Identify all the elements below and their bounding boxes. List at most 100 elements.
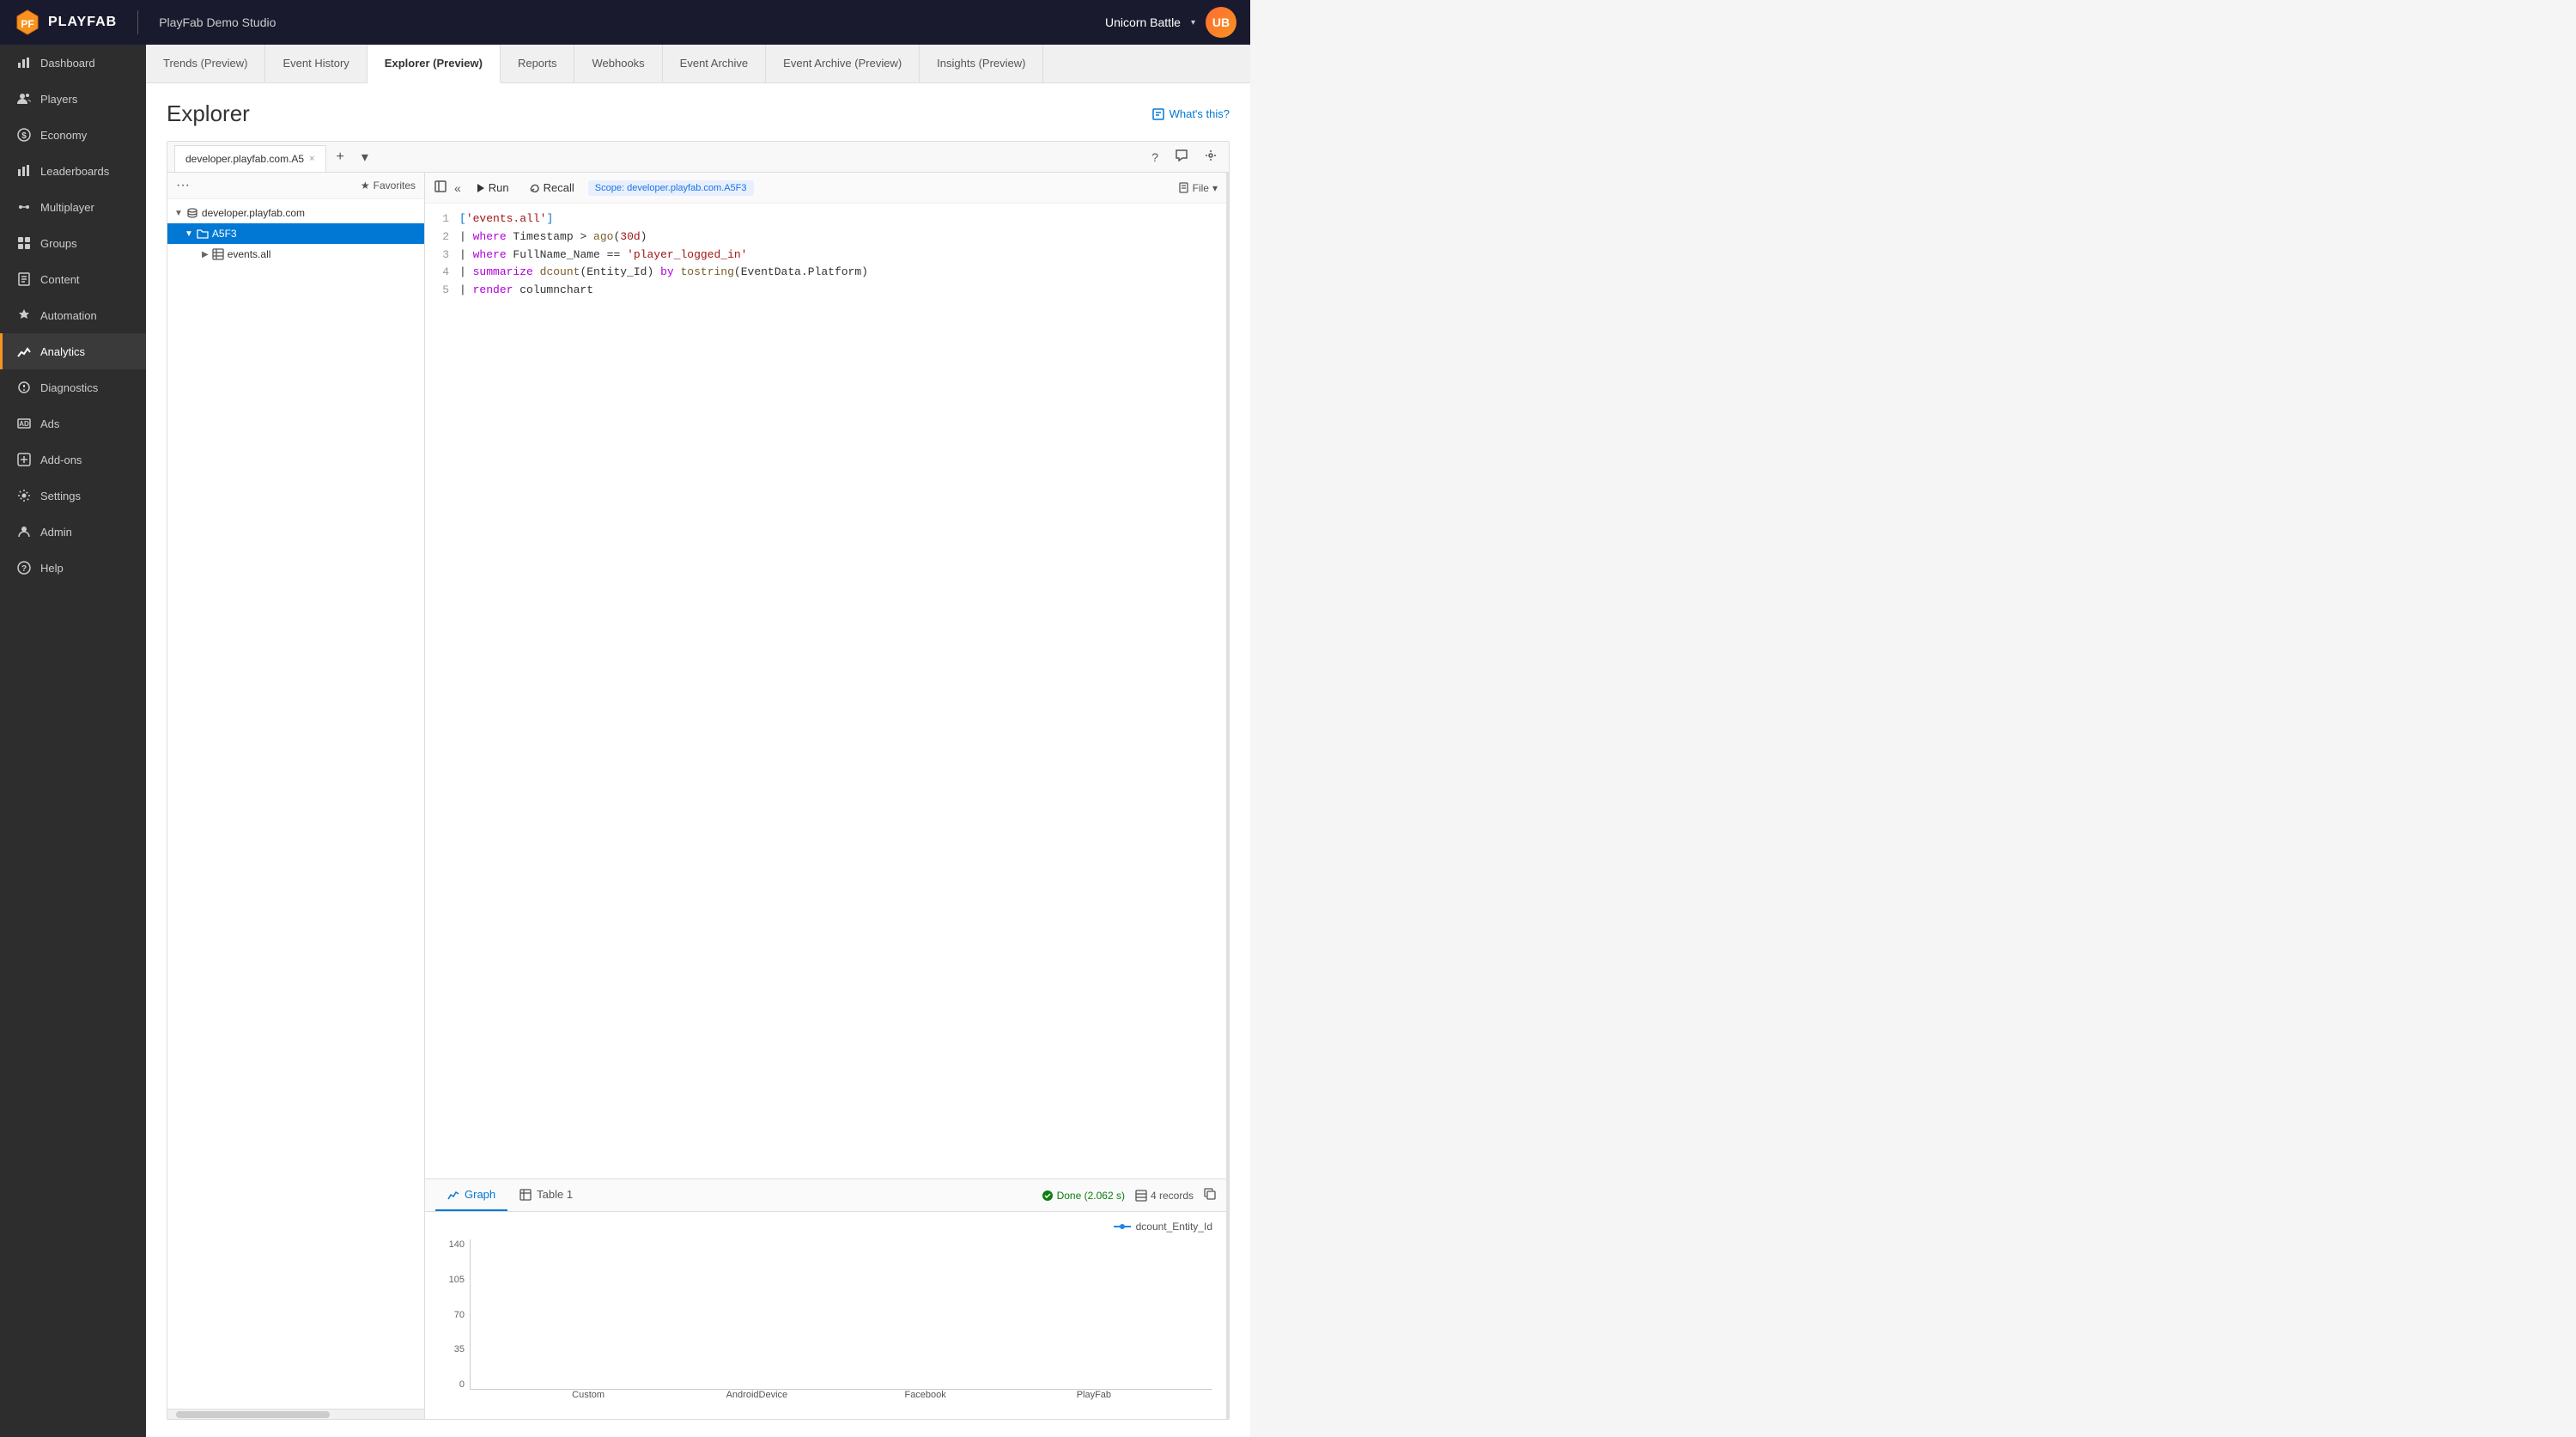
users-icon bbox=[16, 91, 32, 107]
scope-badge: Scope: developer.playfab.com.A5F3 bbox=[588, 180, 754, 196]
tab-insights-preview[interactable]: Insights (Preview) bbox=[920, 45, 1043, 82]
x-axis-labels: Custom AndroidDevice Facebook PlayFab bbox=[470, 1390, 1212, 1410]
sidebar-item-diagnostics[interactable]: Diagnostics bbox=[0, 369, 146, 405]
addons-icon bbox=[16, 452, 32, 467]
sidebar-label-ads: Ads bbox=[40, 417, 59, 430]
star-icon: ★ bbox=[361, 180, 370, 192]
recall-button[interactable]: Recall bbox=[523, 178, 581, 198]
sidebar-item-automation[interactable]: Automation bbox=[0, 297, 146, 333]
code-area[interactable]: 1 ['events.all'] 2 | where Timestamp > a… bbox=[425, 204, 1226, 1178]
sidebar-item-admin[interactable]: Admin bbox=[0, 514, 146, 550]
query-tab-name: developer.playfab.com.A5 bbox=[185, 153, 304, 165]
query-tab-right-tools: ? bbox=[1146, 146, 1222, 167]
tab-event-archive[interactable]: Event Archive bbox=[663, 45, 767, 82]
editor-divider[interactable] bbox=[1226, 173, 1229, 1419]
y-label-105: 105 bbox=[439, 1275, 465, 1285]
copy-button[interactable] bbox=[1204, 1188, 1216, 1203]
legend-line-icon bbox=[1114, 1222, 1131, 1231]
header-divider bbox=[137, 10, 138, 34]
chart-bar-icon bbox=[16, 55, 32, 70]
analytics-icon bbox=[16, 344, 32, 359]
sidebar-item-dashboard[interactable]: Dashboard bbox=[0, 45, 146, 81]
sidebar-item-addons[interactable]: Add-ons bbox=[0, 441, 146, 478]
sidebar-label-content: Content bbox=[40, 273, 80, 286]
results-tab-graph[interactable]: Graph bbox=[435, 1179, 507, 1211]
tree-content: ▼ developer.playfab.com ▼ bbox=[167, 199, 424, 1409]
user-avatar: UB bbox=[1206, 7, 1236, 38]
tab-event-archive-preview[interactable]: Event Archive (Preview) bbox=[766, 45, 920, 82]
page-header: Explorer What's this? bbox=[167, 100, 1230, 127]
run-button[interactable]: Run bbox=[468, 178, 516, 198]
comment-query-button[interactable] bbox=[1170, 146, 1193, 167]
legend-label: dcount_Entity_Id bbox=[1136, 1221, 1212, 1233]
app-name: PLAYFAB bbox=[48, 15, 117, 30]
sidebar-label-multiplayer: Multiplayer bbox=[40, 201, 94, 214]
sidebar-item-ads[interactable]: AD Ads bbox=[0, 405, 146, 441]
status-records: 4 records bbox=[1135, 1190, 1194, 1202]
status-done: Done (2.062 s) bbox=[1042, 1190, 1125, 1202]
chart-legend: dcount_Entity_Id bbox=[439, 1221, 1212, 1233]
svg-text:PF: PF bbox=[21, 18, 33, 30]
sidebar-item-multiplayer[interactable]: Multiplayer bbox=[0, 189, 146, 225]
sidebar-item-help[interactable]: ? Help bbox=[0, 550, 146, 586]
expand-icon-events: ▶ bbox=[202, 250, 209, 259]
tab-event-history[interactable]: Event History bbox=[265, 45, 367, 82]
editor-toolbar: « Run Recall Scope: developer.playfab.co… bbox=[425, 173, 1226, 204]
query-tab-dropdown-button[interactable]: ▾ bbox=[355, 145, 375, 169]
tab-trends[interactable]: Trends (Preview) bbox=[146, 45, 265, 82]
user-dropdown-icon[interactable]: ▾ bbox=[1191, 18, 1195, 27]
tab-webhooks[interactable]: Webhooks bbox=[574, 45, 662, 82]
tree-panel: ··· ★ Favorites ▼ bbox=[167, 173, 425, 1419]
results-tab-table-label: Table 1 bbox=[537, 1188, 573, 1201]
y-label-35: 35 bbox=[439, 1344, 465, 1355]
prev-icon[interactable]: « bbox=[454, 181, 461, 195]
settings-query-button[interactable] bbox=[1200, 146, 1222, 167]
x-label-android: AndroidDevice bbox=[672, 1390, 841, 1410]
content-area: Trends (Preview) Event History Explorer … bbox=[146, 45, 1250, 1437]
expand-icon-a5f3: ▼ bbox=[185, 229, 193, 239]
tree-toolbar: ··· ★ Favorites bbox=[167, 173, 424, 199]
svg-text:?: ? bbox=[21, 564, 27, 574]
tree-node-a5f3[interactable]: ▼ A5F3 bbox=[167, 223, 424, 244]
sidebar-item-leaderboards[interactable]: Leaderboards bbox=[0, 153, 146, 189]
code-line-3: 3 | where FullName_Name == 'player_logge… bbox=[425, 247, 1226, 265]
add-query-tab-button[interactable]: + bbox=[330, 146, 351, 168]
results-area: Graph Table 1 bbox=[425, 1178, 1226, 1419]
whats-this-button[interactable]: What's this? bbox=[1152, 107, 1230, 120]
tab-reports[interactable]: Reports bbox=[501, 45, 575, 82]
page-content: Explorer What's this? developer.playfab.… bbox=[146, 83, 1250, 1437]
settings-icon bbox=[16, 488, 32, 503]
leaderboard-icon bbox=[16, 163, 32, 179]
tree-node-events[interactable]: ▶ events.all bbox=[167, 244, 424, 265]
chart-container: dcount_Entity_Id 140 105 70 35 bbox=[425, 1212, 1226, 1419]
sidebar-item-content[interactable]: Content bbox=[0, 261, 146, 297]
sidebar-item-analytics[interactable]: Analytics bbox=[0, 333, 146, 369]
tree-scrollbar-x[interactable] bbox=[167, 1409, 424, 1419]
tab-explorer[interactable]: Explorer (Preview) bbox=[368, 45, 501, 83]
results-tab-table[interactable]: Table 1 bbox=[507, 1179, 585, 1211]
file-button[interactable]: File ▾ bbox=[1178, 182, 1218, 194]
explorer-workspace: developer.playfab.com.A5 × + ▾ ? bbox=[167, 141, 1230, 1420]
sidebar-item-economy[interactable]: $ Economy bbox=[0, 117, 146, 153]
y-axis: 140 105 70 35 0 bbox=[439, 1239, 470, 1410]
top-header: PF PLAYFAB PlayFab Demo Studio Unicorn B… bbox=[0, 0, 1250, 45]
code-editor: « Run Recall Scope: developer.playfab.co… bbox=[425, 173, 1226, 1419]
query-tab-close-button[interactable]: × bbox=[309, 154, 314, 164]
tree-node-root[interactable]: ▼ developer.playfab.com bbox=[167, 203, 424, 223]
sidebar-label-players: Players bbox=[40, 93, 77, 106]
help-query-button[interactable]: ? bbox=[1146, 147, 1163, 167]
tree-more-button[interactable]: ··· bbox=[176, 178, 190, 193]
query-tab-main[interactable]: developer.playfab.com.A5 × bbox=[174, 145, 326, 172]
sidebar-item-players[interactable]: Players bbox=[0, 81, 146, 117]
sidebar-item-settings[interactable]: Settings bbox=[0, 478, 146, 514]
results-tab-graph-label: Graph bbox=[465, 1188, 495, 1201]
chart-bars-wrapper: Custom AndroidDevice Facebook PlayFab bbox=[470, 1239, 1212, 1410]
collapse-icon[interactable] bbox=[434, 180, 447, 196]
tree-favorites-button[interactable]: ★ Favorites bbox=[361, 180, 416, 192]
sidebar-label-analytics: Analytics bbox=[40, 345, 85, 358]
expand-icon-root: ▼ bbox=[174, 209, 183, 218]
studio-name: PlayFab Demo Studio bbox=[159, 15, 276, 29]
sidebar-item-groups[interactable]: Groups bbox=[0, 225, 146, 261]
sidebar: Dashboard Players $ Economy Leaderboards… bbox=[0, 45, 146, 1437]
code-line-5: 5 | render columnchart bbox=[425, 282, 1226, 300]
